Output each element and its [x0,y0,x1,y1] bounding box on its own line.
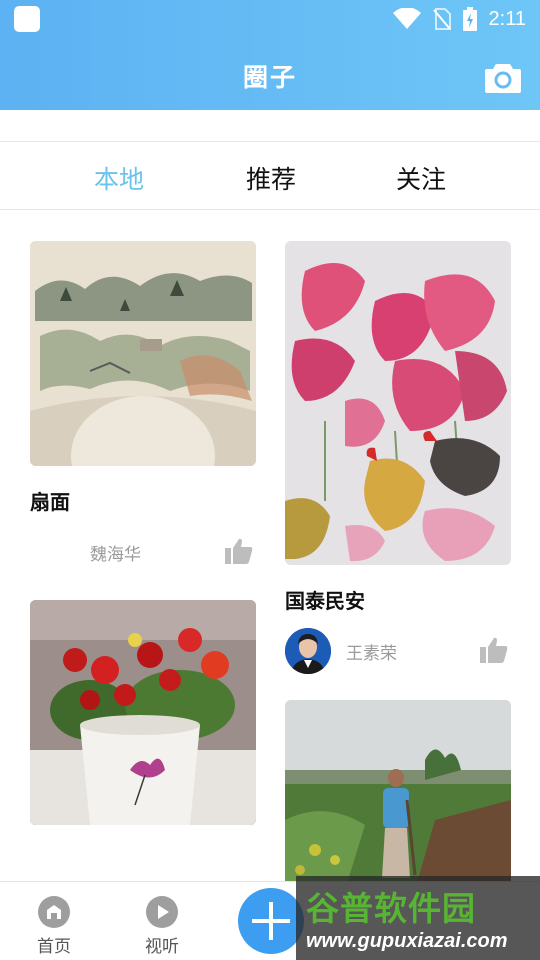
tab-following[interactable]: 关注 [396,160,446,196]
thumbs-up-icon[interactable] [224,537,254,565]
wifi-icon [392,8,421,29]
battery-charging-icon [462,7,477,31]
feed-grid: 扇面 魏海华 国泰民安 王素荣 [0,211,540,881]
watermark-logo: 谷普软件园 [306,889,476,928]
post-meta: 魏海华 [30,529,256,577]
nav-home[interactable]: 首页 [24,896,84,957]
post-image[interactable] [30,241,256,466]
tab-bar: 本地 推荐 关注 [0,142,540,210]
notification-app-icon [14,6,40,32]
page-title: 圈子 [242,63,297,92]
post-image[interactable] [285,700,511,881]
header-spacer [0,110,540,142]
nav-media-label: 视听 [145,937,179,957]
post-card[interactable] [30,600,256,825]
nav-home-label: 首页 [37,937,71,957]
watermark: 谷普软件园 www.gupuxiazai.com [296,876,540,960]
camera-icon [485,64,521,93]
screen: 2:11 圈子 本地 推荐 关注 扇面 魏海华 国泰民安 王素荣 首页 视听 谷… [0,0,540,960]
author-name[interactable]: 魏海华 [90,540,141,565]
add-post-button[interactable] [238,888,304,954]
camera-button[interactable] [484,60,522,96]
post-image[interactable] [285,241,511,565]
post-title: 国泰民安 [285,589,365,613]
tab-recommend[interactable]: 推荐 [246,160,296,196]
post-card[interactable] [285,700,511,881]
status-bar: 2:11 [0,0,540,38]
status-right: 2:11 [392,5,526,33]
status-time: 2:11 [488,7,526,30]
post-title: 扇面 [30,490,70,514]
home-icon [38,896,70,928]
nav-media[interactable]: 视听 [132,896,192,957]
post-image[interactable] [30,600,256,825]
tab-local[interactable]: 本地 [94,160,144,196]
thumbs-up-icon[interactable] [479,636,509,664]
post-card[interactable]: 国泰民安 王素荣 [285,241,511,676]
post-card[interactable]: 扇面 魏海华 [30,241,256,577]
app-header: 2:11 圈子 [0,0,540,110]
play-icon [146,896,178,928]
no-sim-icon [432,8,451,30]
author-avatar[interactable] [285,628,331,674]
watermark-url: www.gupuxiazai.com [306,930,508,952]
post-meta: 王素荣 [285,628,511,676]
author-name[interactable]: 王素荣 [346,639,397,664]
